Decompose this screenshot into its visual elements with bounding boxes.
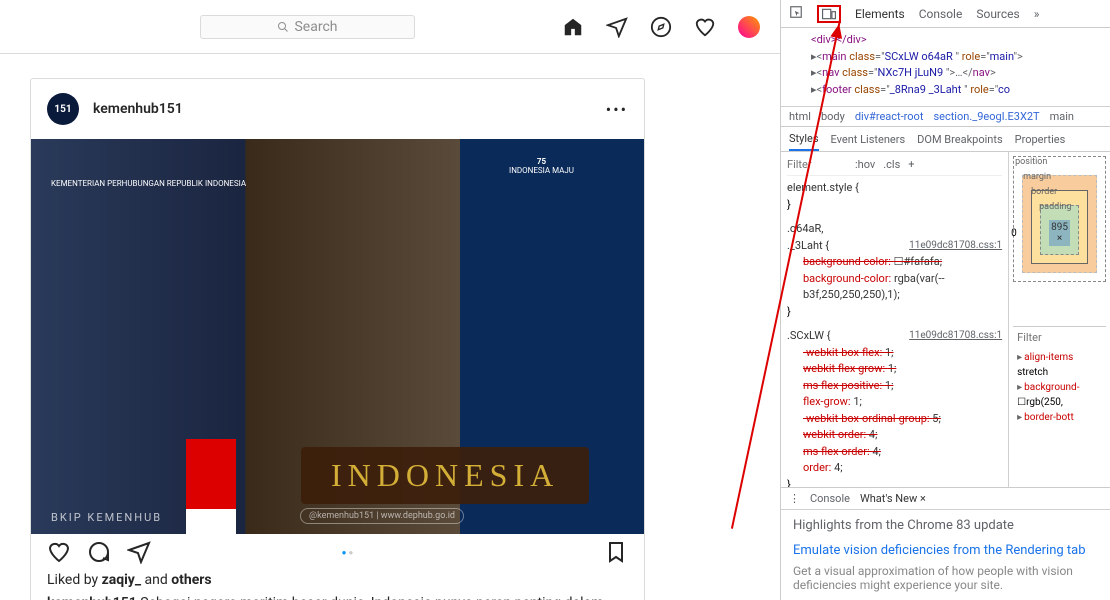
post-username[interactable]: kemenhub151: [93, 101, 183, 117]
indonesia-flag: [186, 439, 236, 534]
whatsnew-description: Get a visual approximation of how people…: [793, 564, 1098, 592]
devtools-panel: Elements Console Sources » <div></div> ▸…: [780, 0, 1110, 600]
search-icon: [277, 21, 289, 33]
instagram-header: Search: [0, 0, 780, 54]
drawer-tab-console[interactable]: Console: [810, 492, 850, 505]
profile-avatar[interactable]: [738, 16, 760, 38]
post-more-button[interactable]: •••: [606, 100, 628, 119]
post-image[interactable]: KEMENTERIAN PERHUBUNGAN REPUBLIK INDONES…: [31, 139, 644, 534]
tab-elements[interactable]: Elements: [855, 7, 905, 21]
styles-filter-input[interactable]: [787, 158, 847, 171]
indonesia-75-badge: 75INDONESIA MAJU: [509, 157, 574, 175]
save-button[interactable]: [604, 540, 628, 564]
inspect-icon[interactable]: [789, 5, 803, 22]
home-icon[interactable]: [562, 16, 584, 38]
tab-event-listeners[interactable]: Event Listeners: [831, 133, 906, 146]
cls-toggle[interactable]: .cls: [883, 158, 900, 171]
ministry-badge: KEMENTERIAN PERHUBUNGAN REPUBLIK INDONES…: [51, 179, 246, 189]
drawer-tab-whatsnew[interactable]: What's New ×: [860, 492, 926, 505]
whatsnew-link[interactable]: Emulate vision deficiencies from the Ren…: [793, 543, 1098, 558]
post-avatar[interactable]: 151: [47, 93, 79, 125]
computed-filter-input[interactable]: [1017, 331, 1077, 344]
hov-toggle[interactable]: :hov: [855, 158, 875, 171]
post-caption: kemenhub151 Sebagai negara maritim besar…: [31, 594, 644, 600]
whatsnew-heading: Highlights from the Chrome 83 update: [793, 518, 1098, 533]
explore-icon[interactable]: [650, 16, 672, 38]
watermark-left: BKIP KEMENHUB: [51, 511, 162, 524]
devtools-drawer: ⋮ Console What's New × Highlights from t…: [781, 487, 1110, 600]
close-icon[interactable]: ×: [920, 492, 926, 505]
box-model[interactable]: position margin border padding 895 × 0: [1013, 156, 1106, 326]
dom-breadcrumb[interactable]: htmlbodydiv#react-rootsection._9eogI.E3X…: [781, 106, 1110, 126]
drawer-menu-icon[interactable]: ⋮: [789, 492, 800, 505]
tab-sources[interactable]: Sources: [976, 7, 1019, 21]
watermark-right: @kemenhub151 | www.dephub.go.id: [300, 508, 464, 524]
direct-icon[interactable]: [606, 16, 628, 38]
post-card: 151 kemenhub151 ••• KEMENTERIAN PERHUBUN…: [30, 78, 645, 600]
search-placeholder: Search: [294, 19, 337, 35]
nameplate-text: INDONESIA: [301, 447, 589, 504]
likes-text[interactable]: Liked by zaqiy_ and others: [31, 572, 644, 594]
devtools-main-tabs: Elements Console Sources »: [781, 0, 1110, 28]
carousel-dots: ● ●: [107, 548, 588, 557]
add-rule-icon[interactable]: +: [908, 158, 914, 171]
tab-dom-breakpoints[interactable]: DOM Breakpoints: [917, 133, 1002, 146]
search-input[interactable]: Search: [200, 15, 415, 39]
tabs-overflow-icon[interactable]: »: [1034, 7, 1040, 21]
styles-pane[interactable]: :hov .cls + element.style {}.o64aR,._3La…: [781, 152, 1009, 487]
tab-properties[interactable]: Properties: [1015, 133, 1066, 146]
tab-console[interactable]: Console: [919, 7, 963, 21]
activity-icon[interactable]: [694, 16, 716, 38]
styles-tabs: Styles Event Listeners DOM Breakpoints P…: [781, 126, 1110, 152]
like-button[interactable]: [47, 540, 71, 564]
